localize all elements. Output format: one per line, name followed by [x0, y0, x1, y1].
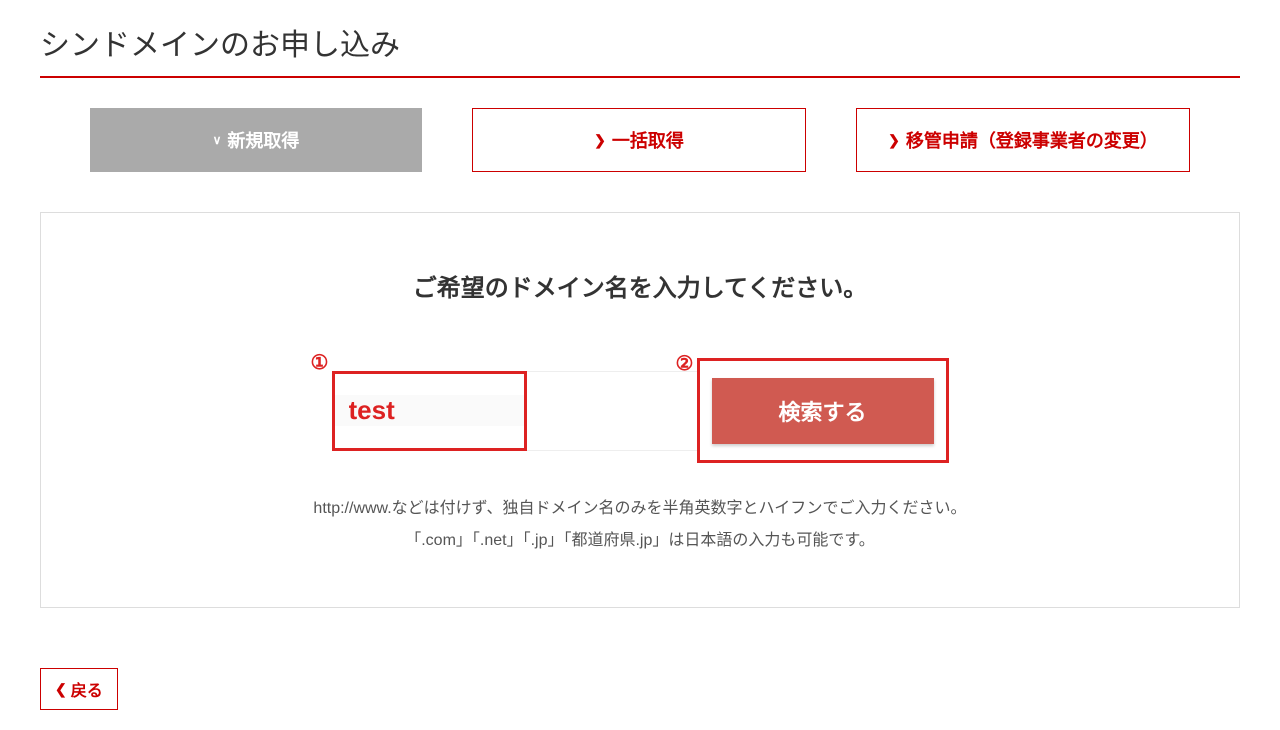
panel-heading: ご希望のドメイン名を入力してください。	[81, 268, 1199, 303]
search-button[interactable]: 検索する	[712, 378, 934, 444]
hint-line-1: http://www.などは付けず、独自ドメイン名のみを半角英数字とハイフンでご…	[81, 493, 1199, 525]
badge-1: ①	[307, 350, 333, 376]
hint-line-2: 「.com」「.net」「.jp」「都道府県.jp」は日本語の入力も可能です。	[81, 525, 1199, 557]
search-panel: ご希望のドメイン名を入力してください。 ① ② 検索する http://www.…	[40, 212, 1240, 608]
chevron-right-icon: ❯	[594, 132, 606, 149]
badge-2: ②	[672, 351, 698, 377]
back-label: 戻る	[71, 677, 103, 701]
tab-bar: ∨ 新規取得 ❯ 一括取得 ❯ 移管申請（登録事業者の変更）	[40, 108, 1240, 172]
hint-text: http://www.などは付けず、独自ドメイン名のみを半角英数字とハイフンでご…	[81, 493, 1199, 557]
back-button[interactable]: ❮ 戻る	[40, 668, 118, 710]
tab-transfer[interactable]: ❯ 移管申請（登録事業者の変更）	[856, 108, 1190, 172]
tab-bulk[interactable]: ❯ 一括取得	[472, 108, 806, 172]
chevron-right-icon: ❯	[888, 132, 900, 149]
domain-input[interactable]	[335, 395, 524, 426]
tab-bulk-label: 一括取得	[612, 127, 684, 153]
tab-new-label: 新規取得	[227, 127, 299, 153]
search-row: ① ② 検索する	[81, 358, 1199, 463]
button-highlight: ② 検索する	[697, 358, 949, 463]
spacer	[527, 371, 697, 451]
input-highlight: ①	[332, 371, 527, 451]
tab-new[interactable]: ∨ 新規取得	[90, 108, 422, 172]
tab-transfer-label: 移管申請（登録事業者の変更）	[906, 127, 1158, 153]
page-title: シンドメインのお申し込み	[40, 20, 1240, 78]
chevron-left-icon: ❮	[55, 681, 67, 698]
chevron-down-icon: ∨	[213, 133, 222, 147]
